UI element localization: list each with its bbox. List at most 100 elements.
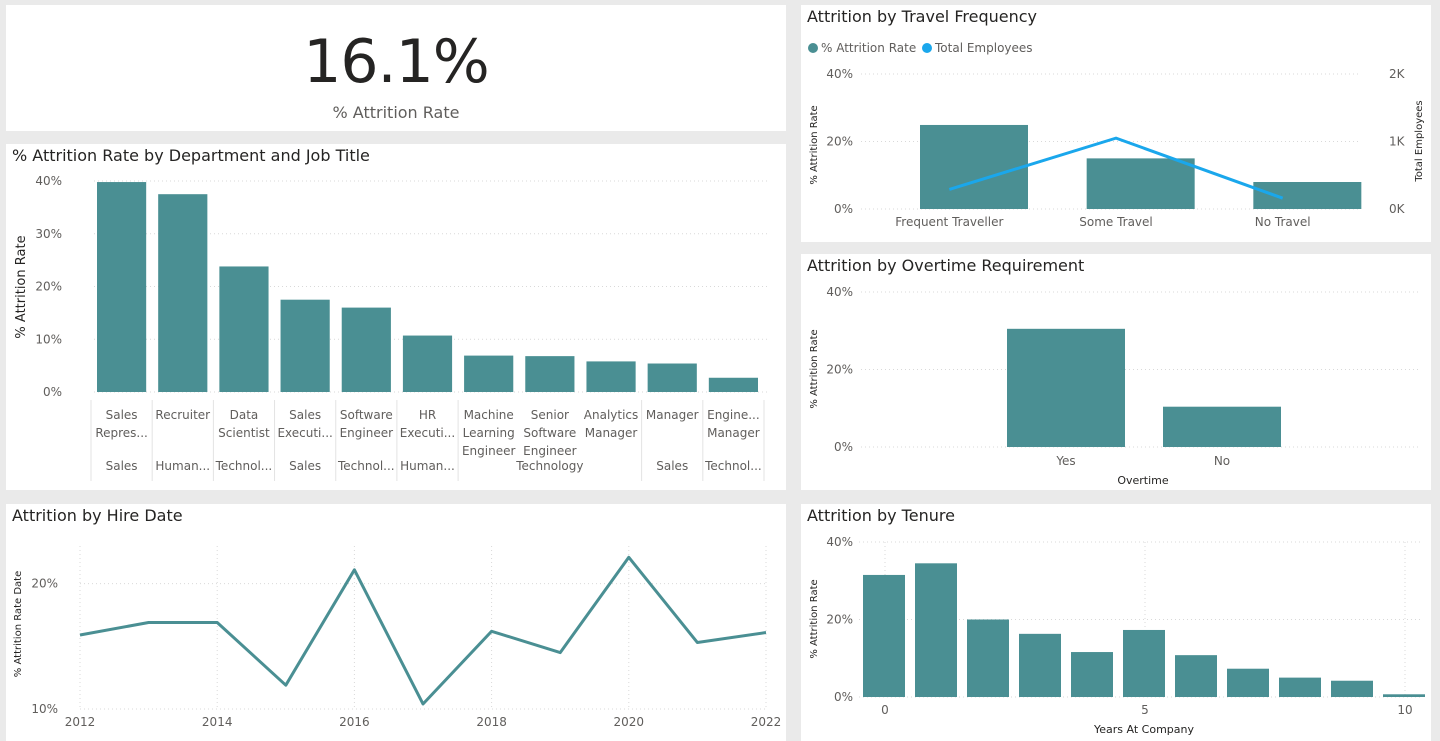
bar bbox=[1007, 328, 1125, 447]
x-tick-label: Software bbox=[523, 426, 576, 440]
group-label: Technol... bbox=[215, 459, 273, 473]
x-tick-label: Sales bbox=[289, 408, 321, 422]
group-label: Technol... bbox=[704, 459, 762, 473]
legend-label: Total Employees bbox=[934, 41, 1033, 55]
overtime-chart-card[interactable]: Attrition by Overtime Requirement 0% 20% 4… bbox=[801, 254, 1431, 490]
bar bbox=[1123, 629, 1165, 697]
x-axis-label: Overtime bbox=[1117, 474, 1169, 487]
bar bbox=[1331, 680, 1373, 697]
group-label: Technology bbox=[515, 459, 583, 473]
hire-date-chart-card[interactable]: Attrition by Hire Date 10% 20% 2012 2014 201… bbox=[6, 504, 786, 741]
bar bbox=[920, 124, 1028, 209]
bar bbox=[915, 563, 957, 697]
kpi-label: % Attrition Rate bbox=[332, 103, 460, 122]
y-tick-label: 0% bbox=[834, 202, 853, 216]
travel-chart-card[interactable]: Attrition by Travel Frequency % Attritio… bbox=[801, 5, 1431, 242]
x-axis-label: Years At Company bbox=[1093, 723, 1194, 736]
x-tick-label: Manager bbox=[646, 408, 699, 422]
x-tick-label: 2012 bbox=[65, 715, 96, 729]
bar bbox=[1227, 668, 1269, 697]
series-line bbox=[79, 555, 767, 706]
x-tick-label: Repres... bbox=[95, 426, 148, 440]
bar bbox=[1019, 633, 1061, 697]
x-tick-label: Sales bbox=[106, 408, 138, 422]
x-tick-label: HR bbox=[419, 408, 436, 422]
department-chart[interactable]: 0% 10% 20% 30% 40% % Attrition Rate Sales Repre… bbox=[6, 144, 786, 490]
x-tick-label: Data bbox=[230, 408, 259, 422]
kpi-value: 16.1% bbox=[303, 27, 490, 97]
bar bbox=[863, 574, 905, 697]
x-tick-label: 2016 bbox=[339, 715, 370, 729]
tenure-chart[interactable]: 0% 20% 40% % Attrition Rate 0 5 10 Years At Com… bbox=[801, 504, 1431, 741]
tenure-chart-card[interactable]: Attrition by Tenure 0% 20% 40%% Attrition … bbox=[801, 504, 1431, 741]
x-tick-label: Manager bbox=[707, 426, 760, 440]
x-tick-label: Manager bbox=[585, 426, 638, 440]
bar bbox=[341, 307, 391, 392]
y-tick-label: 40% bbox=[826, 285, 853, 299]
bar bbox=[1163, 406, 1281, 447]
bar bbox=[280, 299, 330, 392]
x-tick-label: Engine... bbox=[707, 408, 760, 422]
department-chart-card[interactable]: % Attrition Rate by Department and Job T… bbox=[6, 144, 786, 490]
bar bbox=[464, 355, 514, 392]
y-tick-label: 20% bbox=[35, 280, 62, 294]
x-tick-label: Learning bbox=[463, 426, 515, 440]
y-tick-label: 20% bbox=[826, 363, 853, 377]
overtime-chart[interactable]: 0% 20% 40% % Attrition Rate Yes No Overtime bbox=[801, 254, 1431, 490]
y2-axis-label: Total Employees bbox=[1414, 100, 1425, 182]
y-tick-label: 30% bbox=[35, 227, 62, 241]
x-tick-label: Machine bbox=[464, 408, 514, 422]
group-label: Sales bbox=[106, 459, 138, 473]
x-tick-label: 2014 bbox=[202, 715, 233, 729]
x-tick-label: Engineer bbox=[523, 444, 577, 458]
legend-marker bbox=[922, 43, 932, 53]
hire-date-chart[interactable]: 10% 20% 2012 2014 2016 2018 2020 2022 % Attritio… bbox=[6, 504, 786, 741]
y-axis-label: % Attrition Rate Date bbox=[13, 571, 24, 677]
x-tick-label: Engineer bbox=[462, 444, 516, 458]
x-tick-label: 2018 bbox=[476, 715, 507, 729]
y2-tick-label: 1K bbox=[1389, 135, 1406, 149]
x-tick-label: 2020 bbox=[614, 715, 645, 729]
y-tick-label: 20% bbox=[31, 577, 58, 591]
x-tick-label: No Travel bbox=[1255, 215, 1311, 229]
group-label: Sales bbox=[656, 459, 688, 473]
x-tick-label: 5 bbox=[1141, 703, 1149, 717]
x-tick-label: Executi... bbox=[277, 426, 332, 440]
y-tick-label: 0% bbox=[834, 440, 853, 454]
x-tick-label: Recruiter bbox=[155, 408, 210, 422]
x-tick-label: 10 bbox=[1397, 703, 1412, 717]
group-label: Human... bbox=[400, 459, 455, 473]
y-tick-label: 0% bbox=[834, 690, 853, 704]
x-tick-label: No bbox=[1214, 454, 1230, 468]
bar bbox=[967, 619, 1009, 697]
group-label: Technol... bbox=[337, 459, 395, 473]
group-label: Sales bbox=[289, 459, 321, 473]
x-tick-label: Software bbox=[340, 408, 393, 422]
x-tick-label: Frequent Traveller bbox=[895, 215, 1003, 229]
bar bbox=[1279, 677, 1321, 697]
x-tick-label: Analytics bbox=[584, 408, 639, 422]
bar bbox=[647, 363, 697, 392]
y-tick-label: 0% bbox=[43, 385, 62, 399]
x-tick-label: Some Travel bbox=[1079, 215, 1153, 229]
bar bbox=[586, 361, 636, 392]
y-tick-label: 20% bbox=[826, 613, 853, 627]
y-axis-label: % Attrition Rate bbox=[809, 579, 820, 658]
y-axis-label: % Attrition Rate bbox=[809, 329, 820, 408]
x-tick-label: Senior bbox=[531, 408, 569, 422]
y-tick-label: 40% bbox=[35, 174, 62, 188]
y-tick-label: 40% bbox=[826, 67, 853, 81]
bar bbox=[1175, 655, 1217, 697]
bar bbox=[1253, 182, 1362, 209]
x-tick-label: Yes bbox=[1055, 454, 1075, 468]
y2-tick-label: 0K bbox=[1389, 202, 1406, 216]
x-tick-label: Executi... bbox=[400, 426, 455, 440]
x-tick-label: 0 bbox=[881, 703, 889, 717]
x-tick-label: Scientist bbox=[218, 426, 270, 440]
bar bbox=[158, 194, 208, 392]
bar bbox=[97, 182, 147, 392]
y2-tick-label: 2K bbox=[1389, 67, 1406, 81]
y-axis-label: % Attrition Rate bbox=[14, 235, 29, 338]
travel-chart[interactable]: % Attrition Rate Total Employees 0% 20% 40% 0… bbox=[801, 5, 1431, 242]
x-tick-label: 2022 bbox=[751, 715, 782, 729]
